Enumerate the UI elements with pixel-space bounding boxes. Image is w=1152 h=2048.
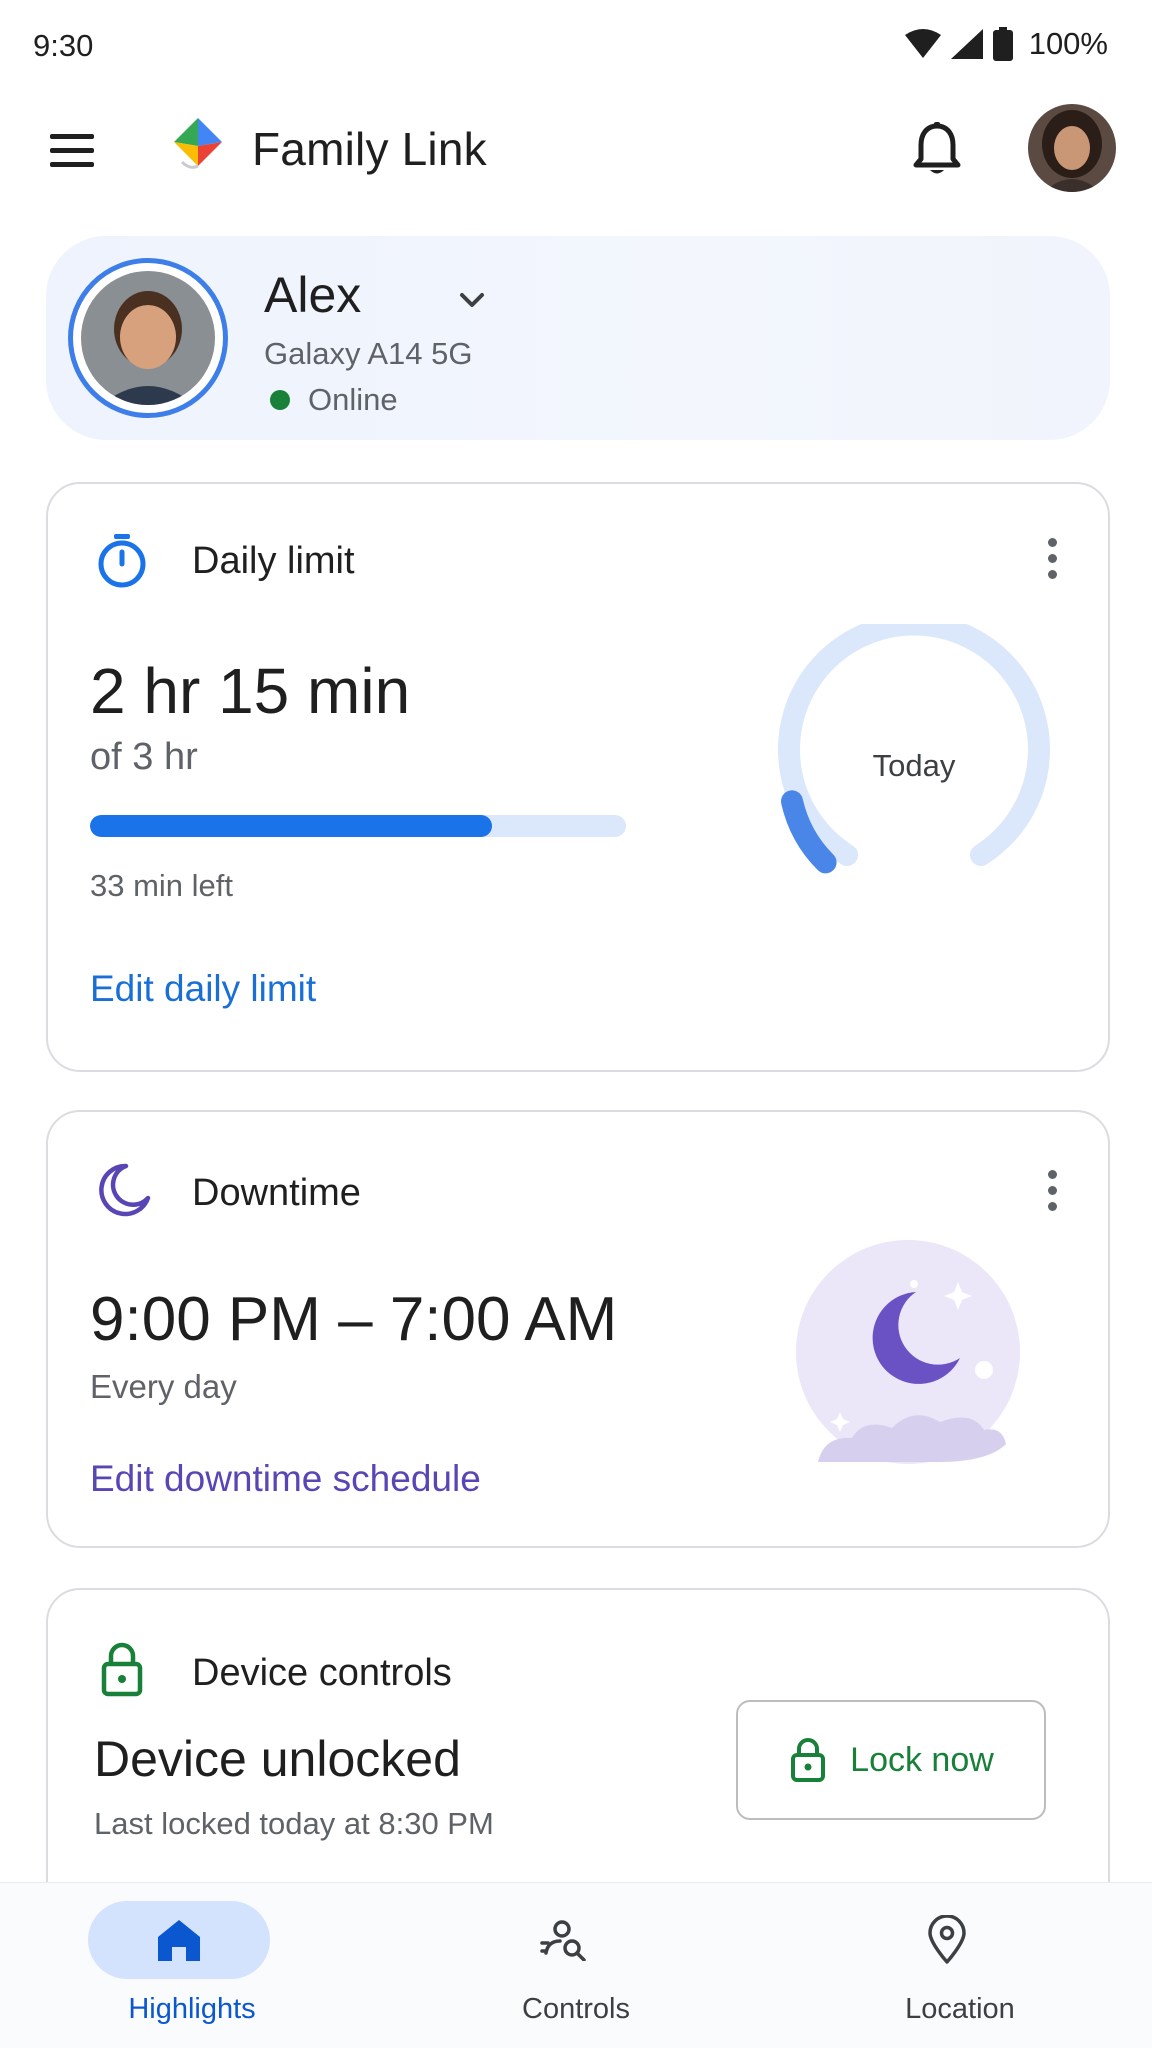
controls-icon (540, 1920, 586, 1961)
battery-percent: 100% (1028, 26, 1108, 61)
nav-controls-indicator (472, 1901, 654, 1979)
child-online-status: Online (264, 382, 398, 418)
bottom-navigation: Highlights Controls Location (0, 1882, 1152, 2048)
downtime-repeat: Every day (90, 1368, 237, 1405)
more-dot (1047, 537, 1057, 547)
status-icons: 100% (904, 26, 1108, 62)
nav-item-highlights[interactable]: Highlights (0, 1883, 384, 2048)
nav-item-location[interactable]: Location (768, 1883, 1152, 2048)
status-bar: 9:30 100% (0, 0, 1152, 92)
online-status-dot (270, 390, 290, 410)
nav-item-controls[interactable]: Controls (384, 1883, 768, 2048)
nav-label-controls: Controls (522, 1993, 630, 2025)
ring-track (778, 624, 1050, 866)
online-status-label: Online (308, 382, 398, 417)
daily-time-remaining: 33 min left (90, 868, 234, 903)
menu-icon-line (50, 161, 94, 167)
lock-now-button[interactable]: Lock now (736, 1700, 1046, 1820)
lock-now-label: Lock now (850, 1740, 994, 1779)
nav-label-highlights: Highlights (128, 1993, 256, 2025)
ring-label: Today (872, 748, 956, 783)
nav-location-indicator (856, 1901, 1038, 1979)
account-avatar[interactable] (1028, 104, 1116, 192)
daily-usage-value: 2 hr 15 min (90, 655, 411, 727)
menu-button[interactable] (38, 122, 102, 178)
family-link-logo-icon (174, 118, 222, 169)
status-time: 9:30 (33, 28, 94, 63)
device-last-locked: Last locked today at 8:30 PM (94, 1806, 494, 1841)
timer-icon (98, 534, 146, 588)
downtime-title: Downtime (192, 1172, 361, 1214)
lock-icon (791, 1738, 826, 1782)
child-selector[interactable]: Alex Galaxy A14 5G Online (46, 236, 1110, 440)
lock-icon (101, 1642, 143, 1697)
nav-label-location: Location (905, 1993, 1015, 2025)
daily-limit-total: of 3 hr (90, 736, 198, 778)
child-avatar-ring (68, 258, 228, 418)
moon-icon (99, 1163, 151, 1217)
night-moon-illustration (796, 1240, 1020, 1464)
more-dot (1047, 1169, 1057, 1179)
daily-limit-progress-bar (90, 815, 626, 837)
signal-icon (950, 29, 983, 59)
downtime-schedule: 9:00 PM – 7:00 AM (90, 1285, 618, 1354)
app-bar: Family Link (0, 92, 1152, 208)
downtime-more-button[interactable] (1032, 1160, 1072, 1220)
device-lock-state: Device unlocked (94, 1731, 461, 1787)
child-avatar (81, 271, 215, 405)
edit-downtime-schedule-link[interactable]: Edit downtime schedule (90, 1458, 481, 1500)
wifi-icon (904, 29, 941, 58)
app-title: Family Link (252, 123, 487, 175)
menu-icon-line (50, 147, 94, 153)
home-icon (158, 1920, 200, 1961)
child-name: Alex (264, 267, 362, 323)
chevron-down-icon (460, 293, 484, 307)
daily-limit-progress-fill (90, 815, 492, 837)
more-dot (1047, 1185, 1057, 1195)
device-controls-title: Device controls (192, 1652, 452, 1694)
nav-highlights-indicator (88, 1901, 270, 1979)
daily-limit-more-button[interactable] (1032, 528, 1072, 588)
location-pin-icon (928, 1915, 966, 1964)
battery-icon (992, 27, 1013, 61)
child-device-name: Galaxy A14 5G (264, 336, 473, 371)
child-avatar-image (81, 271, 215, 405)
notifications-button[interactable] (902, 114, 972, 184)
more-dot (1047, 553, 1057, 563)
daily-limit-title: Daily limit (192, 540, 355, 582)
more-dot (1047, 1201, 1057, 1211)
menu-icon-line (50, 133, 94, 139)
edit-daily-limit-link[interactable]: Edit daily limit (90, 968, 316, 1010)
bell-icon (913, 122, 961, 174)
downtime-card: Downtime 9:00 PM – 7:00 AM Every day Edi… (46, 1110, 1110, 1548)
more-dot (1047, 569, 1057, 579)
daily-limit-card: Daily limit 2 hr 15 min of 3 hr 33 min l… (46, 482, 1110, 1072)
parent-avatar-image (1028, 104, 1116, 192)
